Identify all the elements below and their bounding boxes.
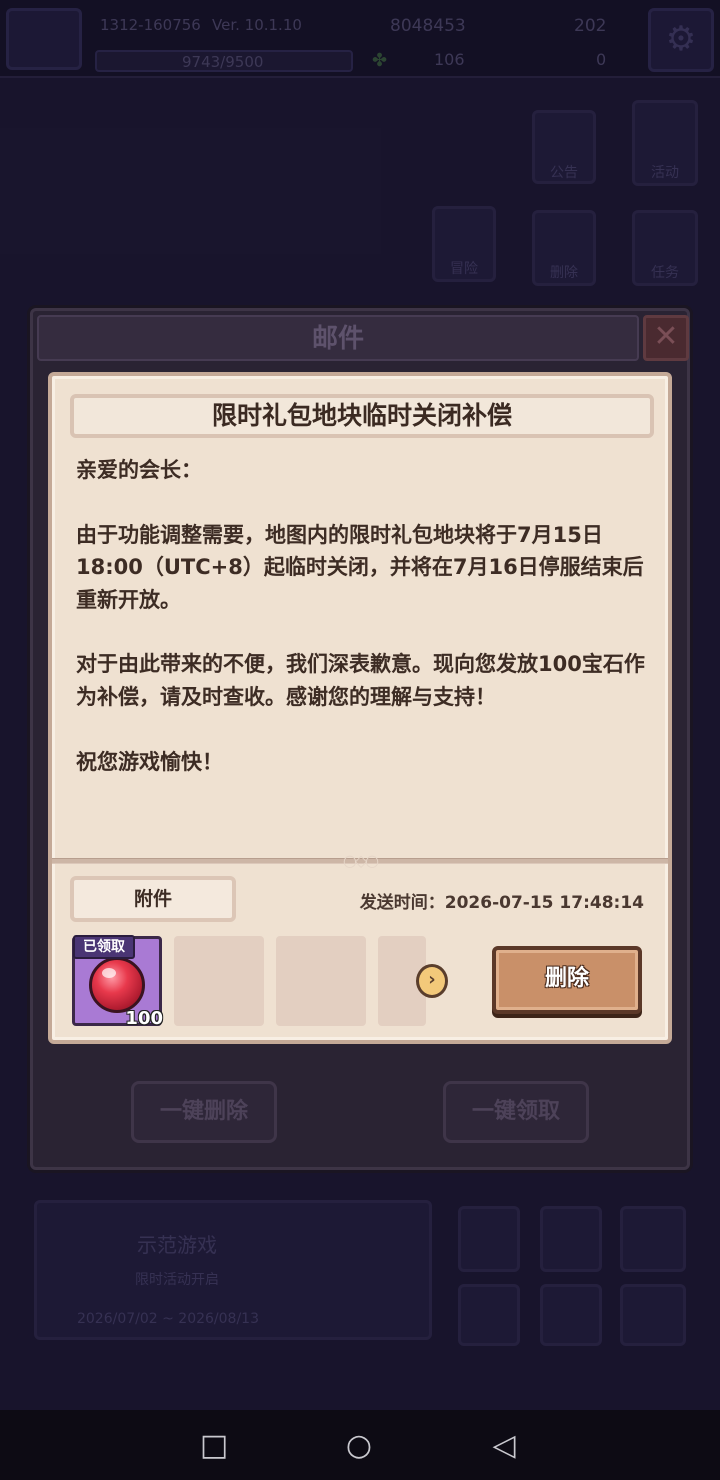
chevron-right-icon[interactable]: ›	[416, 964, 448, 998]
send-time-value: 2026-07-15 17:48:14	[444, 893, 644, 913]
mail-subject-frame: 限时礼包地块临时关闭补偿	[70, 394, 654, 438]
mail-card: 限时礼包地块临时关闭补偿 亲爱的会长： 由于功能调整需要，地图内的限时礼包地块将…	[48, 372, 672, 1044]
delete-all-button[interactable]: 一键删除	[131, 1081, 277, 1143]
dialog-title: 邮件	[311, 324, 364, 354]
mail-subject: 限时礼包地块临时关闭补偿	[211, 401, 512, 430]
system-nav-bar: □ ○ ◁	[0, 1410, 720, 1480]
home-icon[interactable]: ○	[341, 1428, 377, 1464]
attachment-item-gem[interactable]: 已领取 100	[72, 935, 163, 1029]
red-gem-icon	[89, 957, 145, 1013]
send-time: 发送时间：2026-07-15 17:48:14	[360, 888, 644, 913]
attachment-tab: 附件	[70, 876, 236, 922]
recent-apps-icon[interactable]: □	[196, 1428, 232, 1464]
claimed-badge: 已领取	[73, 935, 135, 959]
mail-body: 亲爱的会长： 由于功能调整需要，地图内的限时礼包地块将于7月15日18:00（U…	[76, 458, 645, 774]
delete-button[interactable]: 删除	[492, 946, 642, 1014]
dialog-title-bar: 邮件	[37, 315, 639, 361]
empty-attachment-slot	[174, 936, 264, 1026]
divider-ornament-icon: ○◇○	[342, 851, 379, 870]
back-icon[interactable]: ◁	[486, 1428, 522, 1464]
item-quantity: 100	[125, 1008, 163, 1029]
send-time-label: 发送时间：	[359, 893, 445, 913]
close-icon[interactable]: ✕	[643, 315, 689, 361]
claim-all-button[interactable]: 一键领取	[443, 1081, 589, 1143]
empty-attachment-slot	[276, 936, 366, 1026]
